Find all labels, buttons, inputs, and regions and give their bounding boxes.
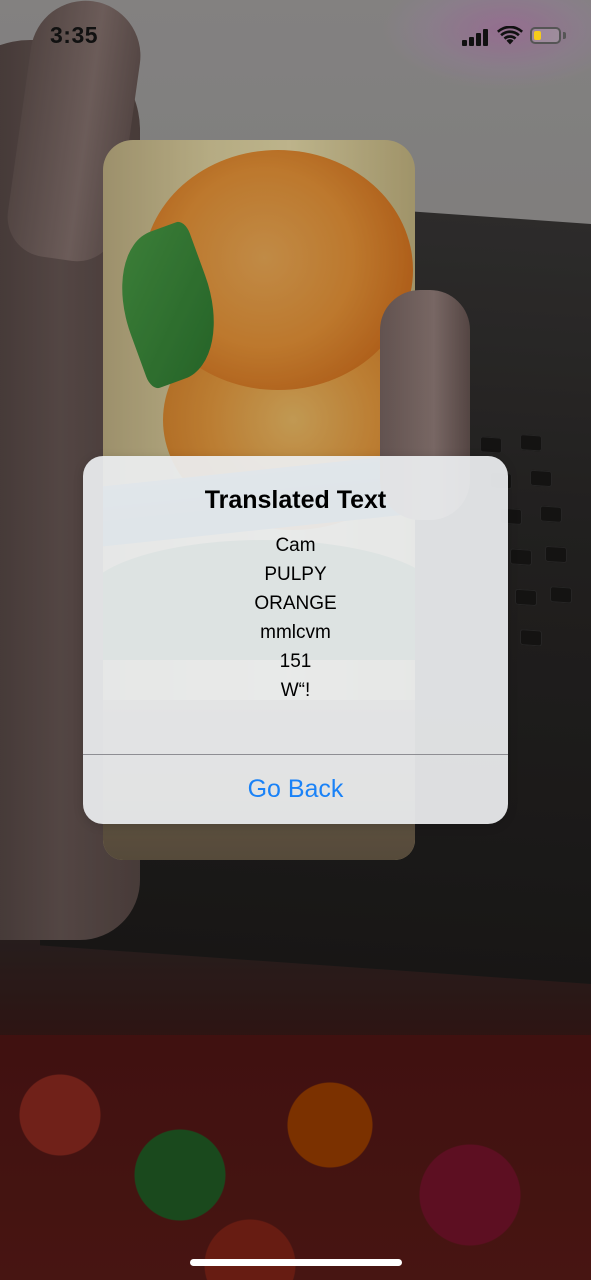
alert-title: Translated Text xyxy=(204,486,387,514)
cellular-signal-icon xyxy=(462,28,492,46)
translated-line: Cam xyxy=(275,535,316,556)
battery-cap xyxy=(563,32,566,39)
home-indicator[interactable] xyxy=(190,1259,402,1266)
translated-line: PULPY xyxy=(264,564,327,585)
translated-line: ORANGE xyxy=(254,593,337,614)
battery-level xyxy=(534,31,541,40)
translated-text-alert: Translated Text Cam PULPY ORANGE mmlcvm … xyxy=(83,456,508,824)
go-back-button[interactable]: Go Back xyxy=(83,755,508,824)
status-time: 3:35 xyxy=(50,22,99,48)
translated-line: 151 xyxy=(279,651,312,672)
alert-message: Cam PULPY ORANGE mmlcvm 151 W“! xyxy=(83,531,508,705)
translated-line: W“! xyxy=(280,680,311,701)
wifi-icon xyxy=(497,25,523,46)
battery-icon xyxy=(530,27,561,44)
translated-line: mmlcvm xyxy=(260,622,331,643)
status-bar: 3:35 xyxy=(0,0,591,70)
